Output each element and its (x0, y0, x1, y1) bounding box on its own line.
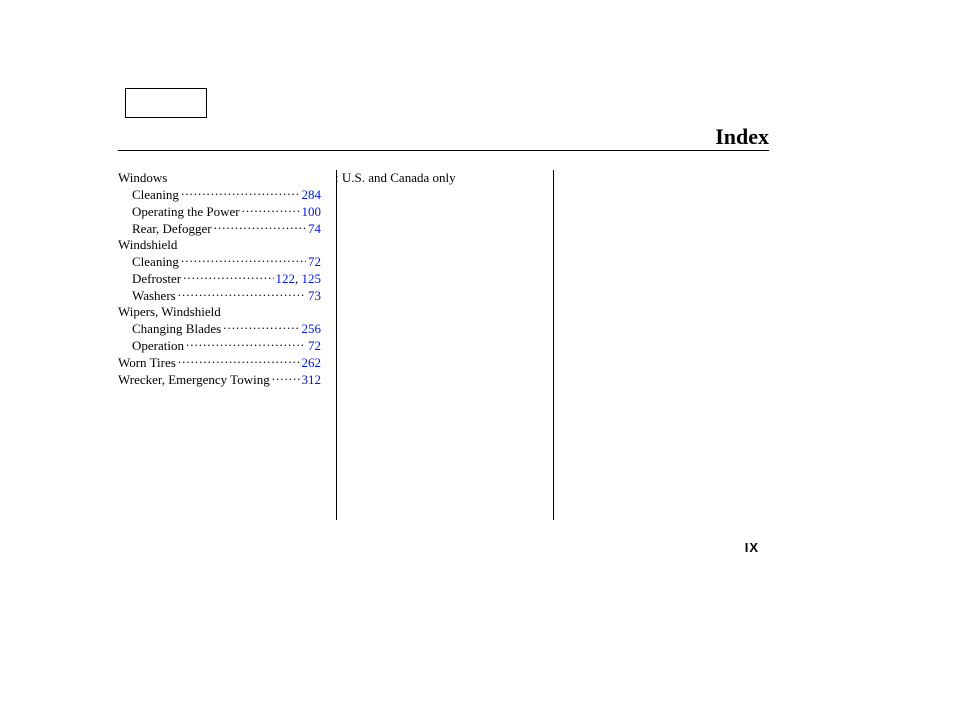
index-entry-label: Defroster (132, 271, 181, 287)
index-subentry: Defroster 122, 125 (118, 270, 321, 287)
index-entry-label: Changing Blades (132, 321, 221, 337)
index-entry-pages: 74 (308, 221, 321, 237)
page-link[interactable]: 73 (308, 288, 321, 303)
index-subentry: Cleaning 284 (118, 186, 321, 203)
index-entry-label: Cleaning (132, 187, 179, 203)
leader-dots (184, 337, 308, 350)
index-entry-label: Operation (132, 338, 184, 354)
horizontal-rule (118, 150, 769, 151)
index-heading: Wipers, Windshield (118, 304, 321, 320)
index-heading: Windshield (118, 237, 321, 253)
index-entry-pages: 256 (302, 321, 322, 337)
index-entry-pages: 73 (308, 288, 321, 304)
page-number: IX (745, 540, 759, 555)
index-heading: Windows (118, 170, 321, 186)
leader-dots (179, 186, 302, 199)
index-column-1: WindowsCleaning284Operating the Power100… (118, 170, 335, 388)
page-title: Index (715, 124, 769, 150)
page-link[interactable]: 125 (302, 271, 322, 286)
index-column-2: : U.S. and Canada only (335, 170, 552, 388)
index-entry-pages: 100 (302, 204, 322, 220)
index-subentry: Cleaning 72 (118, 253, 321, 270)
index-column-3 (552, 170, 769, 388)
index-entry: Wrecker, Emergency Towing 312 (118, 371, 321, 388)
index-heading-label: Windshield (118, 237, 177, 253)
header-placeholder-box (125, 88, 207, 118)
index-entry-label: Cleaning (132, 254, 179, 270)
index-entry-pages: 122, 125 (276, 271, 322, 287)
index-columns: WindowsCleaning284Operating the Power100… (118, 170, 769, 388)
index-entry-pages: 72 (308, 254, 321, 270)
index-entry-pages: 284 (302, 187, 322, 203)
index-entry-label: Worn Tires (118, 355, 176, 371)
page: Index WindowsCleaning284Operating the Po… (0, 0, 954, 710)
index-subentry: Changing Blades 256 (118, 320, 321, 337)
page-link[interactable]: 256 (302, 321, 322, 336)
page-link[interactable]: 312 (302, 372, 322, 387)
region-note: : U.S. and Canada only (335, 170, 538, 186)
index-entry-label: Rear, Defogger (132, 221, 212, 237)
leader-dots (179, 253, 308, 266)
index-subentry: Operation 72 (118, 337, 321, 354)
leader-dots (176, 287, 308, 300)
page-link[interactable]: 284 (302, 187, 322, 202)
leader-dots (176, 354, 302, 367)
leader-dots (270, 371, 302, 384)
index-entry-pages: 72 (308, 338, 321, 354)
leader-dots (221, 320, 301, 333)
page-link[interactable]: 122 (276, 271, 296, 286)
index-entry-label: Wrecker, Emergency Towing (118, 372, 270, 388)
index-entry-label: Washers (132, 288, 176, 304)
index-heading-label: Windows (118, 170, 167, 186)
index-subentry: Rear, Defogger 74 (118, 220, 321, 237)
index-entry-label: Operating the Power (132, 204, 240, 220)
leader-dots (181, 270, 275, 283)
page-link[interactable]: 72 (308, 338, 321, 353)
index-subentry: Operating the Power 100 (118, 203, 321, 220)
page-link[interactable]: 100 (302, 204, 322, 219)
index-entry: Worn Tires 262 (118, 354, 321, 371)
index-heading-label: Wipers, Windshield (118, 304, 221, 320)
page-link[interactable]: 72 (308, 254, 321, 269)
index-entry-pages: 312 (302, 372, 322, 388)
leader-dots (240, 203, 302, 216)
leader-dots (212, 220, 308, 233)
index-subentry: Washers 73 (118, 287, 321, 304)
page-link[interactable]: 74 (308, 221, 321, 236)
index-entry-pages: 262 (302, 355, 322, 371)
page-link[interactable]: 262 (302, 355, 322, 370)
